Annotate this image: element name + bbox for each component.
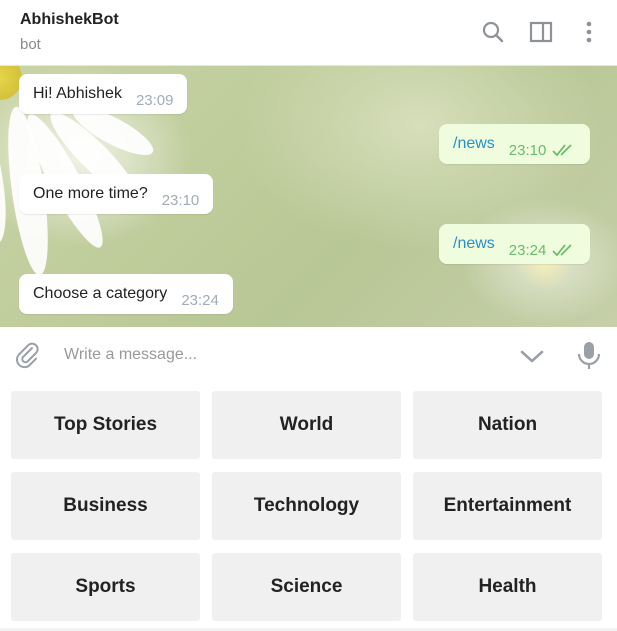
keyboard-button-technology[interactable]: Technology (212, 472, 401, 540)
keyboard-button-nation[interactable]: Nation (413, 391, 602, 459)
search-icon[interactable] (480, 19, 506, 45)
keyboard-button-top-stories[interactable]: Top Stories (11, 391, 200, 459)
keyboard-button-health[interactable]: Health (413, 553, 602, 621)
keyboard-button-sports[interactable]: Sports (11, 553, 200, 621)
paperclip-icon[interactable] (14, 341, 42, 369)
message-input[interactable] (64, 343, 484, 367)
more-vertical-icon[interactable] (576, 19, 602, 45)
double-check-icon (552, 243, 576, 257)
double-check-icon (552, 143, 576, 157)
message-text: One more time? (33, 185, 148, 202)
message-time: 23:24 (181, 291, 219, 309)
keyboard-button-science[interactable]: Science (212, 553, 401, 621)
chat-subtitle: bot (20, 36, 41, 53)
message-incoming[interactable]: Hi! Abhishek 23:09 (19, 74, 188, 114)
message-time: 23:10 (508, 141, 547, 159)
keyboard-button-entertainment[interactable]: Entertainment (413, 472, 602, 540)
message-time: 23:10 (161, 191, 200, 209)
message-outgoing[interactable]: /news 23:24 (439, 224, 591, 264)
microphone-icon[interactable] (575, 340, 603, 370)
command-link[interactable]: /news (453, 135, 495, 153)
message-text: Choose a category (33, 285, 168, 302)
message-outgoing[interactable]: /news 23:10 (439, 124, 591, 164)
message-incoming[interactable]: One more time? 23:10 (19, 174, 214, 214)
chat-title[interactable]: AbhishekBot (20, 11, 119, 29)
chat-history[interactable]: Hi! Abhishek 23:09 /news 23:10 One more … (0, 66, 617, 327)
message-incoming[interactable]: Choose a category 23:24 (19, 274, 233, 314)
keyboard-button-world[interactable]: World (212, 391, 401, 459)
keyboard-button-business[interactable]: Business (11, 472, 200, 540)
message-time: 23:09 (135, 91, 174, 109)
chevron-down-icon[interactable] (518, 342, 546, 370)
bot-keyboard: Top Stories World Nation Business Techno… (0, 383, 617, 631)
message-text: Hi! Abhishek (33, 85, 122, 102)
command-link[interactable]: /news (453, 235, 495, 253)
side-panel-icon[interactable] (528, 19, 554, 45)
message-time: 23:24 (508, 241, 547, 259)
chat-header: AbhishekBot bot (0, 0, 617, 66)
